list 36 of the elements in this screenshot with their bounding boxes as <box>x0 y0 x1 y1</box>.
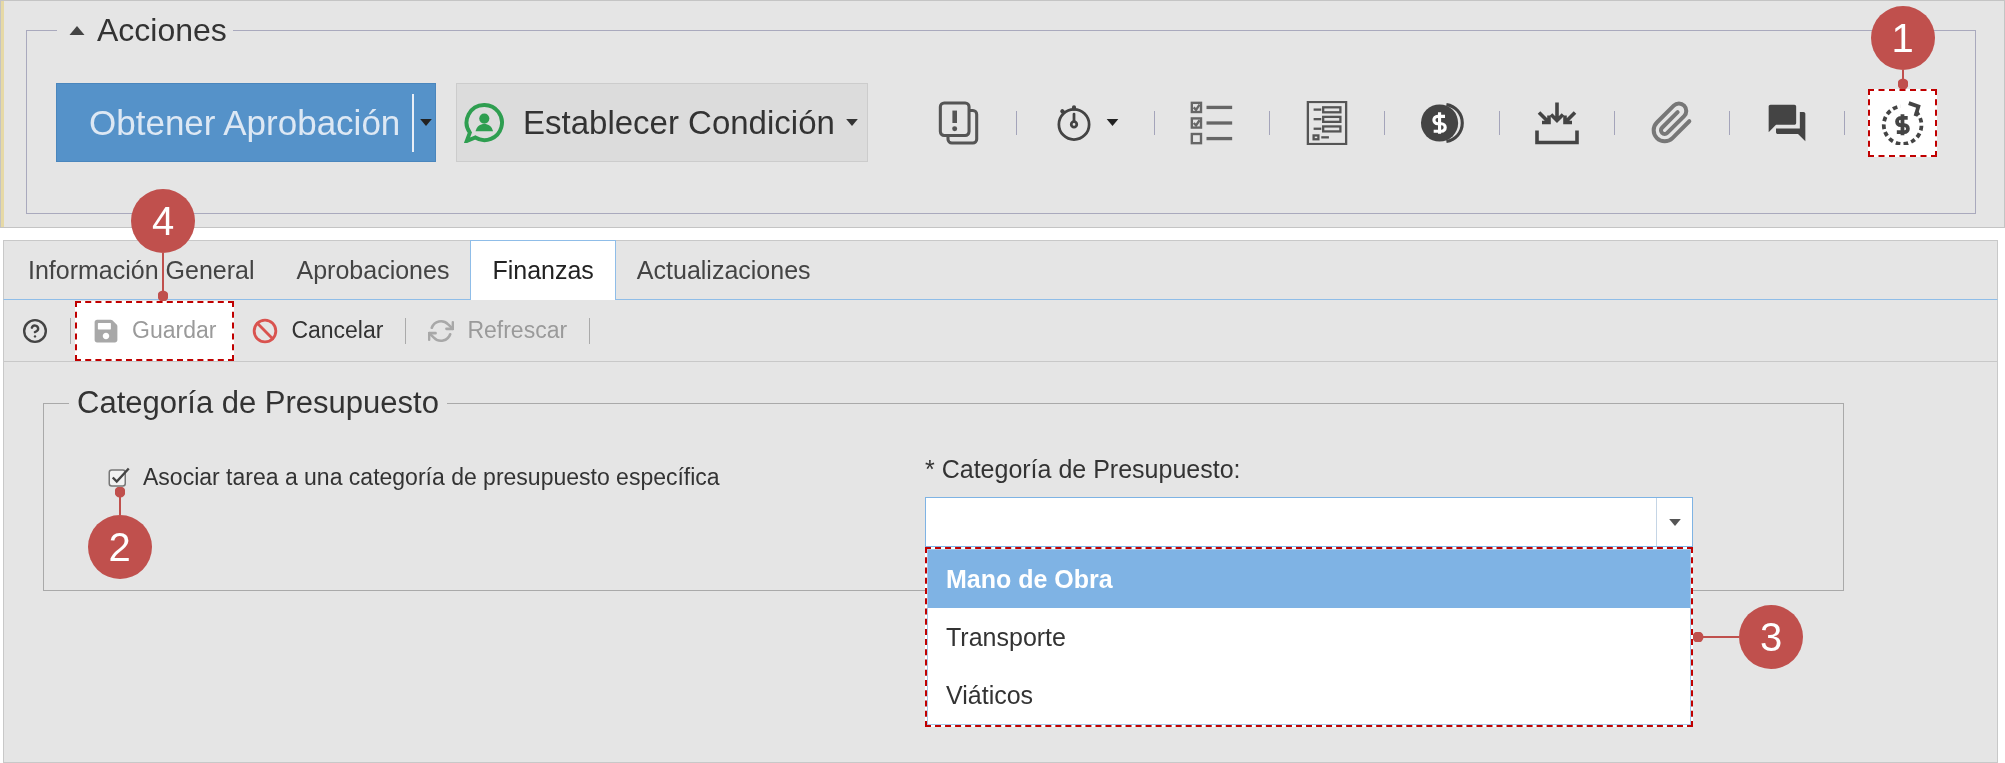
callout-badge: 2 <box>87 515 152 579</box>
checklist-icon[interactable] <box>1190 100 1234 145</box>
leader-line <box>114 487 125 515</box>
leader-line <box>158 252 168 301</box>
leader-line <box>1693 632 1739 642</box>
dollar-refresh-icon <box>1880 100 1925 145</box>
caret-icon[interactable] <box>1668 518 1681 526</box>
help-icon[interactable] <box>22 317 48 344</box>
tab[interactable]: Finanzas <box>470 240 616 300</box>
toolbar-button[interactable] <box>1868 88 1937 157</box>
field-label: * Categoría de Presupuesto: <box>925 454 1242 484</box>
save-icon <box>93 317 119 344</box>
tab[interactable]: Actualizaciones <box>615 241 832 299</box>
section-title: Categoría de Presupuesto <box>77 385 439 420</box>
caret-icon[interactable] <box>1106 119 1119 126</box>
condition-button[interactable]: Establecer Condición <box>456 83 868 162</box>
caret-icon <box>845 119 858 126</box>
caret-icon <box>420 119 433 126</box>
callout-badge: 3 <box>1739 605 1803 669</box>
tab[interactable]: Aprobaciones <box>275 241 471 299</box>
section-title: Acciones <box>97 11 227 50</box>
checkbox-label: Asociar tarea a una categoría de presupuesto específica <box>143 465 720 489</box>
person-chat-icon <box>464 102 504 143</box>
caret-icon[interactable] <box>69 25 85 35</box>
cancel-button[interactable]: Cancelar <box>234 300 402 361</box>
callout-badge: 1 <box>1870 5 1935 70</box>
leader-line <box>1897 69 1908 89</box>
ban-icon <box>252 317 279 344</box>
refresh-icon <box>428 317 455 344</box>
tray-download-icon[interactable] <box>1535 100 1579 145</box>
paperclip-icon[interactable] <box>1650 100 1694 145</box>
dollar-coin-icon[interactable] <box>1420 100 1464 145</box>
alert-document-icon[interactable] <box>937 100 981 145</box>
form-list-icon[interactable] <box>1305 100 1349 145</box>
checkbox[interactable] <box>108 467 131 487</box>
select-field[interactable] <box>925 497 1693 547</box>
